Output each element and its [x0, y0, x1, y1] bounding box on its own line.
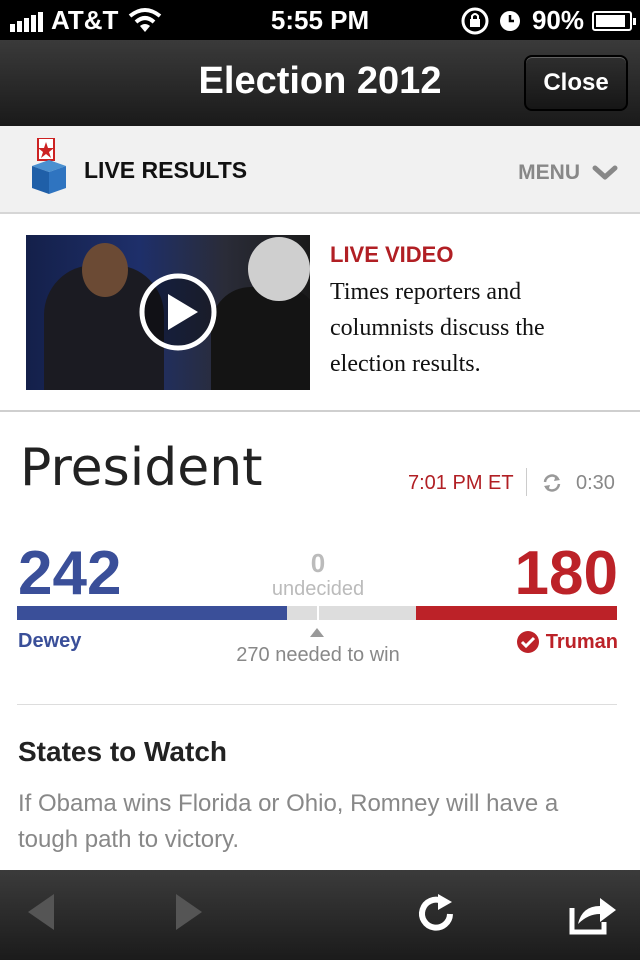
speaker-head [82, 243, 128, 297]
alarm-icon [499, 10, 520, 31]
section-divider [17, 704, 617, 705]
undecided-label: undecided [271, 578, 365, 600]
president-heading: President [20, 438, 263, 498]
back-icon[interactable] [24, 890, 58, 934]
electoral-vote-bar [17, 606, 617, 620]
battery-percent: 90% [531, 5, 584, 35]
live-video-block[interactable]: LIVE VIDEO Times reporters and columnist… [0, 214, 640, 412]
dem-electoral-votes: 242 [18, 539, 122, 608]
nav-bar: Election 2012 Close [0, 40, 640, 126]
rep-candidate-name: Truman [545, 630, 618, 653]
needed-to-win: 270 needed to win [236, 644, 400, 666]
forward-icon[interactable] [172, 890, 206, 934]
reload-icon[interactable] [414, 892, 458, 936]
rep-candidate: Truman [516, 630, 618, 654]
rep-vote-bar [416, 606, 617, 620]
status-bar: AT&T 5:55 PM 90% [0, 0, 640, 40]
live-video-description[interactable]: Times reporters and columnists discuss t… [330, 274, 620, 382]
menu-button[interactable]: MENU [518, 161, 618, 185]
video-thumbnail[interactable] [26, 235, 310, 390]
menu-label: MENU [518, 161, 580, 184]
live-video-label[interactable]: LIVE VIDEO [330, 242, 453, 268]
share-icon[interactable] [568, 892, 618, 936]
results-header: LIVE RESULTS MENU [0, 126, 640, 214]
refresh-icon[interactable] [542, 473, 562, 493]
audience-head [248, 237, 310, 301]
battery-icon [592, 10, 636, 31]
status-right: 90% [460, 5, 636, 36]
close-button[interactable]: Close [524, 55, 628, 111]
states-to-watch-heading: States to Watch [18, 736, 227, 767]
dem-vote-bar [17, 606, 287, 620]
last-updated-time: 7:01 PM ET [408, 472, 514, 494]
threshold-arrow-icon [310, 628, 324, 637]
win-threshold-marker [317, 606, 319, 620]
browser-toolbar [0, 870, 640, 960]
dem-candidate-name: Dewey [18, 630, 82, 652]
winner-checkmark-icon [516, 631, 539, 653]
undecided-count: 0 [310, 548, 326, 578]
rep-electoral-votes: 180 [514, 539, 618, 608]
divider [526, 468, 527, 496]
audience-figure [211, 287, 310, 390]
rotation-lock-icon [461, 7, 489, 34]
refresh-countdown: 0:30 [576, 472, 615, 494]
live-results-title: LIVE RESULTS [84, 157, 248, 183]
states-to-watch-description: If Obama wins Florida or Ohio, Romney wi… [18, 790, 559, 853]
play-icon[interactable] [138, 272, 218, 352]
chevron-down-icon [592, 165, 618, 180]
ballot-box-icon [32, 138, 66, 194]
